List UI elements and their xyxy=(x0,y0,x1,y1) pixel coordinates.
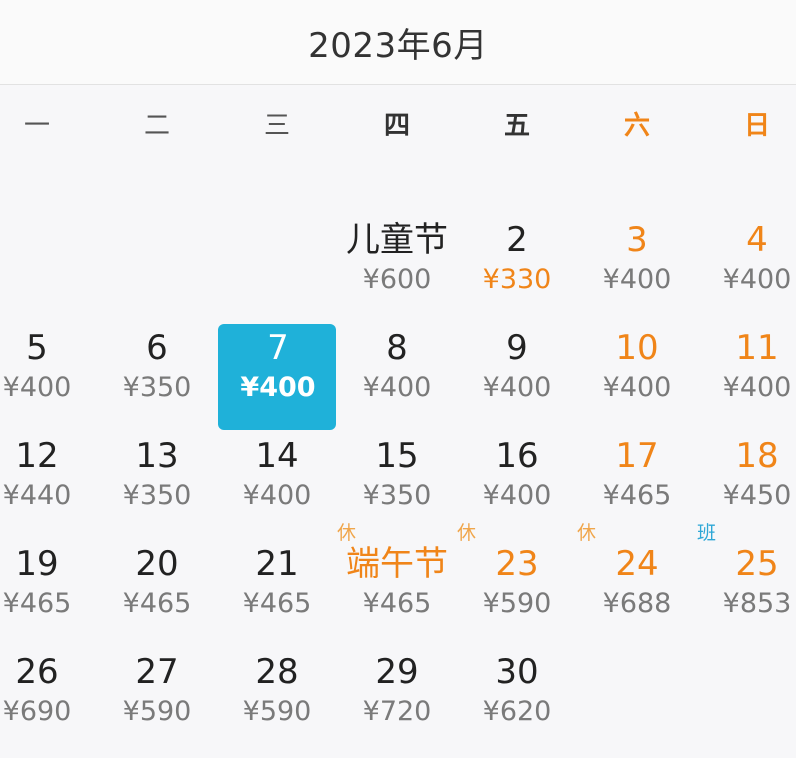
day-number: 21 xyxy=(255,544,299,584)
day-cell[interactable]: 2 ¥330 xyxy=(457,218,577,326)
day-price: ¥465 xyxy=(602,480,672,511)
day-number: 10 xyxy=(615,328,659,368)
holiday-badge: 休 xyxy=(457,522,477,544)
day-price: ¥350 xyxy=(122,372,192,403)
day-price: ¥465 xyxy=(2,588,72,619)
day-price: ¥400 xyxy=(2,372,72,403)
calendar-grid: 儿童节 ¥600 2 ¥330 3 ¥400 4 ¥400 5 ¥400 6 ¥350 7 ¥400 8 ¥4… xyxy=(0,0,796,758)
day-price: ¥330 xyxy=(482,264,552,295)
day-cell[interactable]: 14 ¥400 xyxy=(217,434,337,542)
day-number: 19 xyxy=(15,544,59,584)
day-number: 24 xyxy=(615,544,659,584)
day-number: 28 xyxy=(255,652,299,692)
day-cell[interactable]: 11 ¥400 xyxy=(697,326,796,434)
day-price: ¥350 xyxy=(362,480,432,511)
day-number: 15 xyxy=(375,436,419,476)
day-number: 5 xyxy=(26,328,48,368)
day-number: 2 xyxy=(506,220,528,260)
day-number: 26 xyxy=(15,652,59,692)
day-price: ¥720 xyxy=(362,696,432,727)
day-cell[interactable]: 休 24 ¥688 xyxy=(577,522,697,650)
day-price: ¥853 xyxy=(722,588,792,619)
day-cell[interactable]: 29 ¥720 xyxy=(337,650,457,758)
day-cell[interactable]: 13 ¥350 xyxy=(97,434,217,542)
day-cell[interactable]: 20 ¥465 xyxy=(97,542,217,650)
day-number: 20 xyxy=(135,544,179,584)
day-price: ¥400 xyxy=(240,372,316,403)
day-cell[interactable]: 19 ¥465 xyxy=(0,542,97,650)
day-number: 16 xyxy=(495,436,539,476)
holiday-badge: 休 xyxy=(337,522,357,544)
day-cell[interactable]: 28 ¥590 xyxy=(217,650,337,758)
day-price: ¥590 xyxy=(242,696,312,727)
day-cell-selected[interactable]: 7 ¥400 xyxy=(218,324,336,430)
day-number: 3 xyxy=(626,220,648,260)
day-cell[interactable]: 21 ¥465 xyxy=(217,542,337,650)
day-number: 17 xyxy=(615,436,659,476)
day-cell[interactable]: 休端午节 ¥465 xyxy=(337,522,457,650)
day-number: 9 xyxy=(506,328,528,368)
day-cell[interactable]: 4 ¥400 xyxy=(697,218,796,326)
day-price: ¥590 xyxy=(482,588,552,619)
day-cell[interactable]: 5 ¥400 xyxy=(0,326,97,434)
day-price: ¥350 xyxy=(122,480,192,511)
day-cell[interactable]: 9 ¥400 xyxy=(457,326,577,434)
day-cell[interactable]: 30 ¥620 xyxy=(457,650,577,758)
day-number: 8 xyxy=(386,328,408,368)
day-number: 6 xyxy=(146,328,168,368)
day-price: ¥400 xyxy=(722,372,792,403)
day-number: 23 xyxy=(495,544,539,584)
day-cell[interactable]: 儿童节 ¥600 xyxy=(337,218,457,326)
holiday-badge: 休 xyxy=(577,522,597,544)
day-price: ¥620 xyxy=(482,696,552,727)
day-cell[interactable]: 27 ¥590 xyxy=(97,650,217,758)
day-number: 12 xyxy=(15,436,59,476)
day-cell[interactable]: 8 ¥400 xyxy=(337,326,457,434)
day-price: ¥400 xyxy=(482,372,552,403)
day-price: ¥590 xyxy=(122,696,192,727)
day-number: 29 xyxy=(375,652,419,692)
day-price: ¥400 xyxy=(602,264,672,295)
day-price: ¥400 xyxy=(722,264,792,295)
day-price: ¥400 xyxy=(242,480,312,511)
day-price: ¥688 xyxy=(602,588,672,619)
day-number: 11 xyxy=(735,328,779,368)
workday-badge: 班 xyxy=(697,522,717,544)
day-cell[interactable]: 6 ¥350 xyxy=(97,326,217,434)
day-price: ¥450 xyxy=(722,480,792,511)
day-number: 30 xyxy=(495,652,539,692)
day-price: ¥400 xyxy=(482,480,552,511)
day-number: 14 xyxy=(255,436,299,476)
day-price: ¥600 xyxy=(362,264,432,295)
day-price: ¥690 xyxy=(2,696,72,727)
day-number: 儿童节 xyxy=(346,220,448,260)
day-number: 端午节 xyxy=(346,544,448,584)
day-number: 4 xyxy=(746,220,768,260)
day-number: 27 xyxy=(135,652,179,692)
day-cell[interactable]: 26 ¥690 xyxy=(0,650,97,758)
day-number: 7 xyxy=(267,328,289,368)
day-price: ¥465 xyxy=(242,588,312,619)
day-cell[interactable]: 休 23 ¥590 xyxy=(457,522,577,650)
day-cell[interactable]: 3 ¥400 xyxy=(577,218,697,326)
day-number: 25 xyxy=(735,544,779,584)
day-number: 13 xyxy=(135,436,179,476)
day-price: ¥400 xyxy=(602,372,672,403)
day-price: ¥465 xyxy=(122,588,192,619)
day-price: ¥465 xyxy=(362,588,432,619)
day-cell[interactable]: 班 25 ¥853 xyxy=(697,522,796,650)
day-number: 18 xyxy=(735,436,779,476)
day-price: ¥400 xyxy=(362,372,432,403)
day-cell[interactable]: 10 ¥400 xyxy=(577,326,697,434)
day-price: ¥440 xyxy=(2,480,72,511)
day-cell[interactable]: 12 ¥440 xyxy=(0,434,97,542)
